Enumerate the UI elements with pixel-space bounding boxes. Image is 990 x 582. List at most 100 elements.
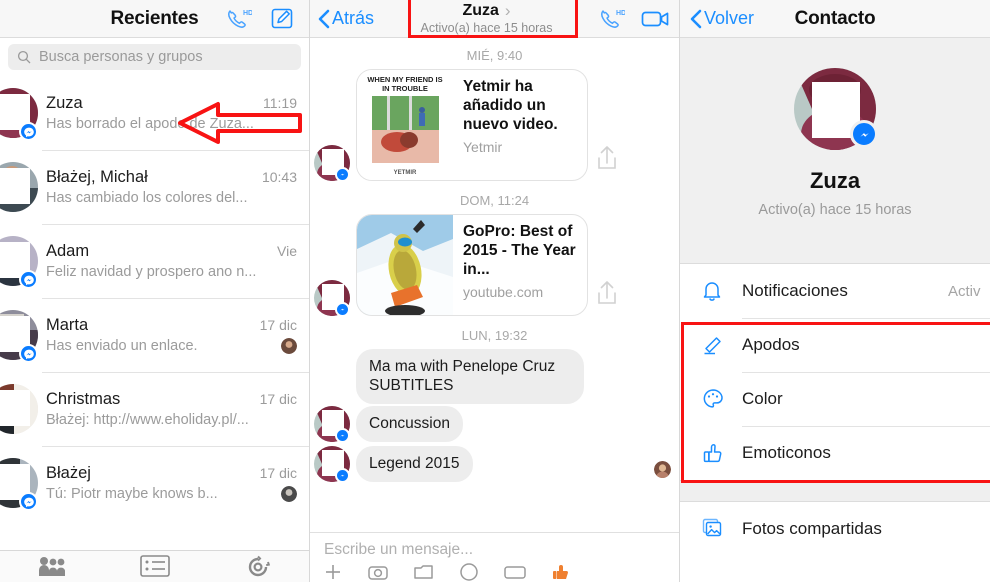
list-item[interactable]: Christmas 17 dic Błażej: http://www.ehol… — [0, 372, 309, 446]
search-placeholder: Busca personas y grupos — [39, 49, 203, 65]
messenger-three-pane-screenshot: Recientes HD — [0, 0, 990, 582]
compose-icon[interactable] — [270, 6, 295, 31]
avatar — [0, 82, 40, 144]
contact-options-group-1: Notificaciones Activ Apodos Color Emotic… — [680, 264, 990, 480]
list-item[interactable]: Marta 17 dic Has enviado un enlace. — [0, 298, 309, 372]
conversation-snippet: Has enviado un enlace. — [46, 338, 198, 354]
messenger-badge — [19, 344, 38, 363]
message-row: WHEN MY FRIEND IS IN TROUBLE YETMIR Yetm… — [310, 69, 679, 187]
contact-options-group-2: Fotos compartidas — [680, 502, 990, 556]
message-row: Legend 2015 — [310, 445, 679, 488]
conversation-thread-pane: Atrás Zuza › Activo(a) hace 15 horas HD — [310, 0, 680, 582]
conversation-snippet: Has cambiado los colores del... — [46, 190, 248, 206]
svg-text:HD: HD — [616, 10, 625, 17]
bell-icon — [702, 280, 742, 302]
phone-hd-icon[interactable]: HD — [226, 8, 252, 30]
card-title: GoPro: Best of 2015 - The Year in... — [463, 223, 576, 278]
conversation-name: Christmas — [46, 390, 121, 408]
messenger-badge — [335, 467, 350, 483]
back-button-label: Atrás — [332, 8, 375, 28]
camera-icon[interactable] — [368, 564, 388, 580]
conversation-name: Błażej — [46, 464, 91, 482]
option-label: Color — [742, 389, 783, 408]
palette-icon — [702, 388, 742, 410]
message-composer: Escribe un mensaje... — [310, 532, 679, 582]
conversation-time: 17 dic — [259, 391, 297, 407]
phone-hd-icon[interactable]: HD — [599, 8, 625, 30]
option-apodos[interactable]: Apodos — [680, 318, 990, 372]
messenger-badge — [335, 302, 350, 317]
thumbs-up-icon — [702, 442, 742, 464]
message-row: Ma ma with Penelope Cruz SUBTITLES — [310, 349, 679, 406]
list-item[interactable]: Adam Vie Feliz navidad y prospero ano n.… — [0, 224, 309, 298]
link-preview-card[interactable]: WHEN MY FRIEND IS IN TROUBLE YETMIR Yetm… — [356, 69, 588, 181]
search-bar-container: Busca personas y grupos — [0, 38, 309, 76]
avatar — [0, 378, 40, 440]
messenger-badge — [335, 427, 350, 443]
photos-stack-icon — [702, 518, 742, 540]
list-tab-icon[interactable] — [103, 551, 206, 582]
option-label: Notificaciones — [742, 281, 848, 300]
seen-avatar — [281, 338, 297, 354]
list-item[interactable]: Błażej 17 dic Tú: Piotr maybe knows b... — [0, 446, 309, 520]
photos-icon[interactable] — [414, 564, 434, 580]
composer-icon-row — [310, 559, 679, 581]
sticker-icon[interactable] — [460, 563, 478, 581]
back-button[interactable]: Volver — [690, 8, 754, 29]
message-bubble[interactable]: Ma ma with Penelope Cruz SUBTITLES — [356, 349, 584, 404]
option-color[interactable]: Color — [680, 372, 990, 426]
list-item[interactable]: Błażej, Michał 10:43 Has cambiado los co… — [0, 150, 309, 224]
gif-icon[interactable] — [504, 564, 526, 580]
message-bubble[interactable]: Concussion — [356, 406, 463, 442]
conversation-snippet: Błażej: http://www.eholiday.pl/... — [46, 412, 249, 428]
share-icon[interactable] — [596, 145, 618, 171]
conversation-time: 17 dic — [259, 317, 297, 333]
profile-status: Activo(a) hace 15 horas — [758, 202, 912, 218]
avatar — [314, 145, 350, 182]
conversation-list: Zuza 11:19 Has borrado el apodo de Zuza.… — [0, 76, 309, 520]
conversation-time: Vie — [277, 243, 297, 259]
back-button-label: Volver — [704, 8, 755, 28]
option-emoticonos[interactable]: Emoticonos — [680, 426, 990, 480]
conversation-snippet: Tú: Piotr maybe knows b... — [46, 486, 218, 502]
seen-avatar — [281, 486, 297, 502]
plus-icon[interactable] — [324, 563, 342, 581]
day-separator: DOM, 11:24 — [459, 193, 530, 208]
search-icon — [17, 50, 31, 64]
avatar — [314, 445, 350, 483]
avatar — [314, 405, 350, 443]
avatar — [314, 280, 350, 317]
conversation-name: Błażej, Michał — [46, 168, 148, 186]
conversation-time: 11:19 — [263, 95, 297, 111]
search-input[interactable]: Busca personas y grupos — [8, 44, 301, 70]
messenger-badge — [19, 492, 38, 511]
avatar — [794, 68, 878, 150]
conversation-time: 10:43 — [261, 169, 297, 185]
link-preview-card[interactable]: GoPro: Best of 2015 - The Year in... you… — [356, 214, 588, 316]
video-call-icon[interactable] — [641, 9, 671, 29]
option-label: Emoticonos — [742, 443, 831, 462]
share-icon[interactable] — [596, 280, 618, 306]
avatar — [0, 452, 40, 514]
conversation-contact-name: Zuza — [462, 1, 499, 19]
option-fotos-compartidas[interactable]: Fotos compartidas — [680, 502, 990, 556]
svg-text:WHEN MY FRIEND IS: WHEN MY FRIEND IS — [367, 75, 442, 84]
avatar — [0, 304, 40, 366]
chevron-right-icon: › — [504, 1, 511, 21]
contact-navbar: Volver Contacto — [680, 0, 990, 38]
option-notificaciones[interactable]: Notificaciones Activ — [680, 264, 990, 318]
back-button[interactable]: Atrás — [318, 8, 374, 29]
svg-text:HD: HD — [243, 10, 252, 17]
seen-avatar — [654, 460, 671, 478]
left-navbar: Recientes HD — [0, 0, 309, 38]
card-title: Yetmir ha añadido un nuevo video. — [463, 78, 558, 133]
message-input[interactable]: Escribe un mensaje... — [310, 533, 679, 559]
profile-name: Zuza — [809, 168, 861, 193]
bottom-tab-bar — [0, 550, 309, 582]
message-bubble[interactable]: Legend 2015 — [356, 446, 473, 482]
thumbs-up-icon[interactable] — [552, 563, 570, 581]
settings-gear-tab-icon[interactable] — [207, 551, 309, 582]
list-item[interactable]: Zuza 11:19 Has borrado el apodo de Zuza.… — [0, 76, 309, 150]
people-tab-icon[interactable] — [0, 551, 103, 582]
conversation-title-block[interactable]: Zuza › Activo(a) hace 15 horas — [378, 2, 595, 35]
